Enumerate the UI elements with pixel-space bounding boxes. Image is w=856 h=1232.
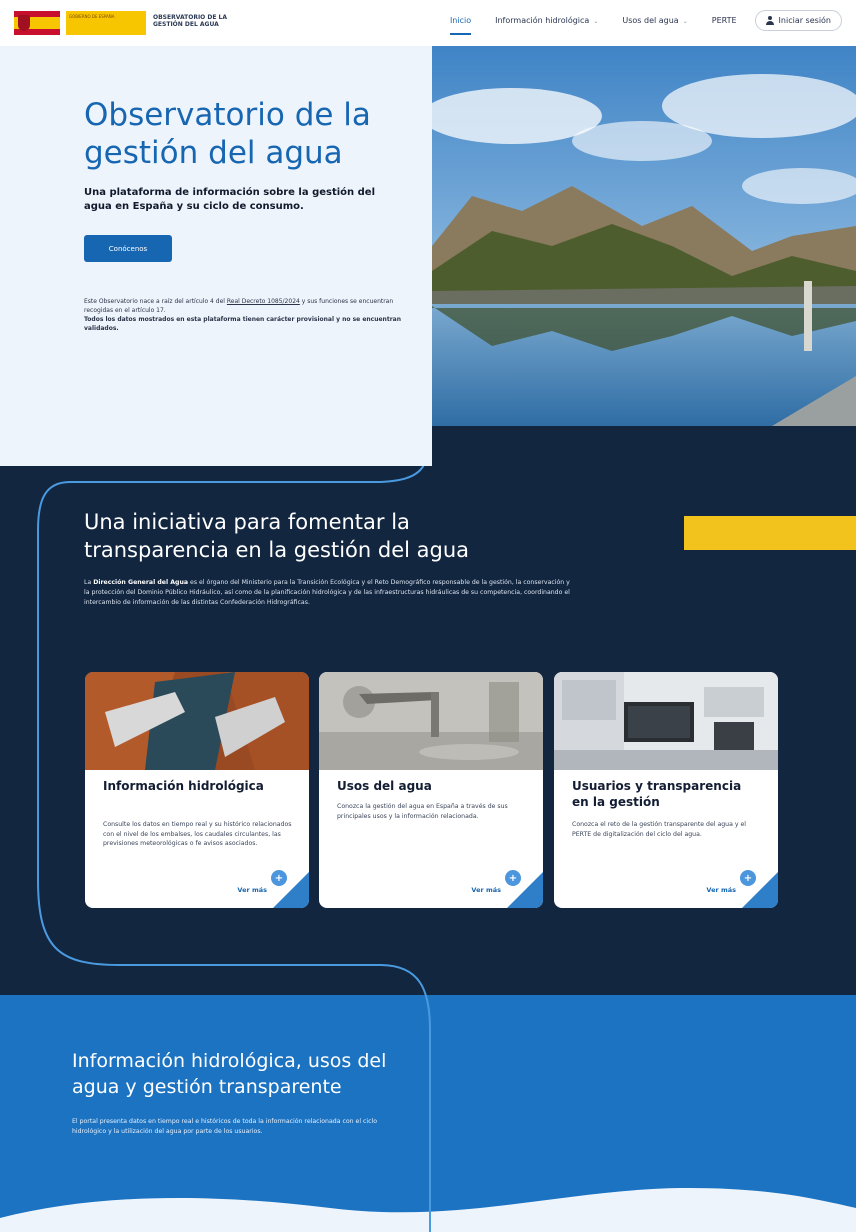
login-button[interactable]: Iniciar sesión (754, 10, 842, 31)
card-description: Conozca el reto de la gestión transparen… (572, 821, 746, 838)
note-text: Este Observatorio nace a raíz del artícu… (84, 298, 227, 305)
main-nav: Inicio Información hidrológica ⌄ Usos del… (438, 10, 842, 35)
initiative-title: Una iniciativa para fomentar la transpar… (84, 510, 470, 562)
card-usuarios-transparencia[interactable]: Usuarios y transparencia en la gestión C… (554, 672, 778, 908)
chevron-down-icon: ⌄ (682, 18, 688, 25)
hero-note: Este Observatorio nace a raíz del artícu… (84, 297, 404, 333)
nav-item-usos-del-agua[interactable]: Usos del agua ⌄ (610, 10, 699, 31)
laboratory-image (554, 672, 778, 770)
initiative-text: La Dirección General del Agua es el órga… (84, 578, 574, 608)
text-prefix: La (84, 579, 94, 586)
card-description: Consulte los datos en tiempo real y su h… (103, 821, 292, 847)
nav-item-informacion-hidrologica[interactable]: Información hidrológica ⌄ (483, 10, 610, 31)
nav-label: Información hidrológica (495, 16, 590, 25)
note-disclaimer: Todos los datos mostrados en esta plataf… (84, 316, 401, 332)
water-tap-image (319, 672, 543, 770)
plus-icon[interactable]: + (505, 870, 521, 886)
plus-icon[interactable]: + (271, 870, 287, 886)
ver-mas-link[interactable]: Ver más (471, 886, 501, 894)
nav-label: Usos del agua (622, 16, 679, 25)
nav-item-inicio[interactable]: Inicio (438, 10, 483, 35)
site-name[interactable]: OBSERVATORIO DE LA GESTIÓN DEL AGUA (153, 14, 243, 28)
yellow-accent-bar (684, 516, 856, 550)
coat-of-arms-icon (14, 11, 60, 35)
ver-mas-link[interactable]: Ver más (237, 886, 267, 894)
card-informacion-hidrologica[interactable]: Información hidrológica Consulte los dat… (85, 672, 309, 908)
chevron-down-icon: ⌄ (593, 18, 599, 25)
user-icon (765, 16, 774, 25)
login-label: Iniciar sesión (778, 16, 831, 25)
card-description: Conozca la gestión del agua en España a … (337, 803, 508, 820)
portal-title: Información hidrológica, usos del agua y… (72, 1050, 387, 1098)
portal-text: El portal presenta datos en tiempo real … (72, 1118, 378, 1135)
nav-label: Inicio (449, 16, 472, 25)
text-bold: Dirección General del Agua (93, 579, 189, 586)
government-logo[interactable]: GOBIERNO DE ESPAÑA (12, 9, 146, 37)
top-header: GOBIERNO DE ESPAÑA OBSERVATORIO DE LA GE… (0, 0, 856, 46)
nav-label: PERTE (711, 16, 737, 25)
card-title: Usos del agua (337, 779, 432, 793)
card-title: Información hidrológica (103, 779, 264, 793)
hero-title: Observatorio de la gestión del agua (84, 97, 371, 171)
plus-icon[interactable]: + (740, 870, 756, 886)
card-usos-del-agua[interactable]: Usos del agua Conozca la gestión del agu… (319, 672, 543, 908)
real-decreto-link[interactable]: Real Decreto 1085/2024 (227, 298, 300, 305)
conocenos-button[interactable]: Conócenos (84, 235, 172, 262)
card-title: Usuarios y transparencia en la gestión (572, 779, 742, 809)
dam-spillway-image (85, 672, 309, 770)
hero-landscape-image (432, 46, 856, 426)
ministry-label: GOBIERNO DE ESPAÑA (66, 11, 146, 35)
ver-mas-link[interactable]: Ver más (706, 886, 736, 894)
nav-item-perte[interactable]: PERTE (700, 10, 749, 31)
hero-subtitle: Una plataforma de información sobre la g… (84, 187, 376, 212)
